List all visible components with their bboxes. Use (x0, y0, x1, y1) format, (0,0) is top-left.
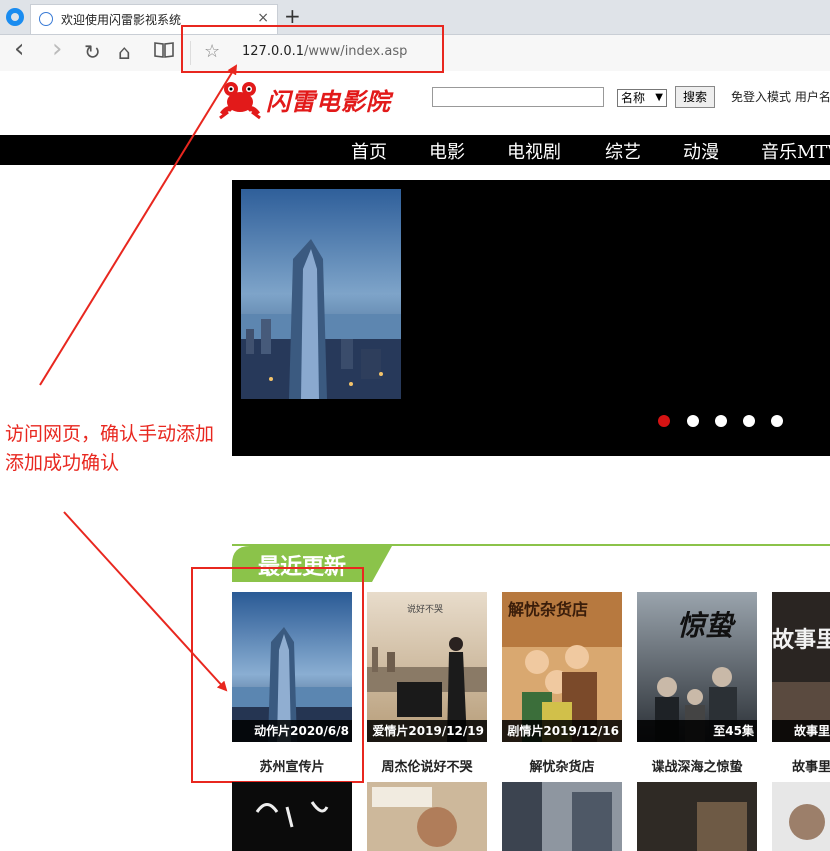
nav-item-home[interactable]: 首页 (351, 138, 387, 164)
card-title-2[interactable]: 周杰伦说好不哭 (367, 756, 487, 775)
banner-dot-1[interactable] (658, 415, 670, 427)
movie-card-7[interactable] (367, 782, 487, 851)
dropdown-arrow-icon: ▼ (655, 92, 663, 103)
nav-item-variety[interactable]: 综艺 (605, 138, 641, 164)
annotation-url-box (181, 25, 444, 73)
banner-dot-4[interactable] (743, 415, 755, 427)
home-icon[interactable]: ⌂ (118, 40, 131, 64)
login-status-text: 免登入模式 用户名 (731, 90, 830, 104)
banner-dot-5[interactable] (771, 415, 783, 427)
card-caption-2: 爱情片2019/12/19 (367, 720, 487, 742)
movie-card-2[interactable]: 说好不哭 爱情片2019/12/19 (367, 592, 487, 742)
tab-title: 欢迎使用闪雷影视系统 (61, 13, 182, 27)
site-logo-text[interactable]: 闪雷电影院 (266, 82, 391, 117)
poster-text-2: 说好不哭 (407, 605, 444, 615)
poster-text-4: 惊蛰 (677, 609, 734, 642)
nav-item-movie[interactable]: 电影 (429, 138, 465, 164)
poster-text-5: 故事里 (772, 628, 830, 653)
poster-image-9 (637, 782, 757, 851)
movie-card-9[interactable] (637, 782, 757, 851)
card-title-1[interactable]: 苏州宣传片 (232, 756, 352, 775)
movie-card-3[interactable]: 解忧杂货店 剧情片2019/12/16 (502, 592, 622, 742)
search-button[interactable]: 搜索 (675, 86, 715, 108)
poster-image-10 (772, 782, 830, 851)
reader-icon[interactable] (154, 41, 174, 66)
annotation-text-2: 添加成功确认 (5, 452, 120, 474)
card-caption-1: 动作片2020/6/8 (232, 720, 352, 742)
banner-image[interactable] (241, 189, 401, 399)
card-title-3[interactable]: 解忧杂货店 (502, 756, 622, 775)
card-caption-5: 故事里 (772, 720, 830, 742)
main-nav: 首页 电影 电视剧 综艺 动漫 音乐MTV (0, 135, 830, 165)
back-icon[interactable]: ‹ (14, 36, 24, 62)
banner-dot-3[interactable] (715, 415, 727, 427)
card-title-4[interactable]: 谍战深海之惊蛰 (637, 756, 757, 775)
search-type-select[interactable]: 名称 ▼ (617, 89, 667, 107)
search-input[interactable] (432, 87, 604, 107)
poster-text-3: 解忧杂货店 (508, 600, 589, 619)
card-caption-4: 至45集 (637, 720, 757, 742)
banner-dot-2[interactable] (687, 415, 699, 427)
movie-card-8[interactable] (502, 782, 622, 851)
forward-icon[interactable]: › (52, 36, 62, 62)
frog-logo-icon (218, 78, 262, 120)
card-caption-3: 剧情片2019/12/16 (502, 720, 622, 742)
refresh-icon[interactable]: ↻ (84, 40, 101, 64)
nav-item-tv[interactable]: 电视剧 (507, 138, 561, 164)
browser-logo-icon (6, 8, 24, 26)
annotation-text-1: 访问网页，确认手动添加 (5, 423, 215, 445)
movie-card-4[interactable]: 惊蛰 至45集 (637, 592, 757, 742)
poster-image-6 (232, 782, 352, 851)
globe-icon (39, 12, 53, 26)
nav-item-anime[interactable]: 动漫 (683, 138, 719, 164)
search-option-label: 名称 (621, 91, 646, 105)
tab-close-icon[interactable]: × (257, 10, 269, 26)
nav-item-mtv[interactable]: 音乐MTV (761, 138, 830, 164)
card-title-5[interactable]: 故事里 (792, 756, 830, 775)
movie-card-10[interactable] (772, 782, 830, 851)
movie-card-1[interactable]: 动作片2020/6/8 (232, 592, 352, 742)
movie-card-6[interactable] (232, 782, 352, 851)
movie-card-5[interactable]: 故事里 故事里 (772, 592, 830, 742)
poster-image-7 (367, 782, 487, 851)
poster-image-8 (502, 782, 622, 851)
